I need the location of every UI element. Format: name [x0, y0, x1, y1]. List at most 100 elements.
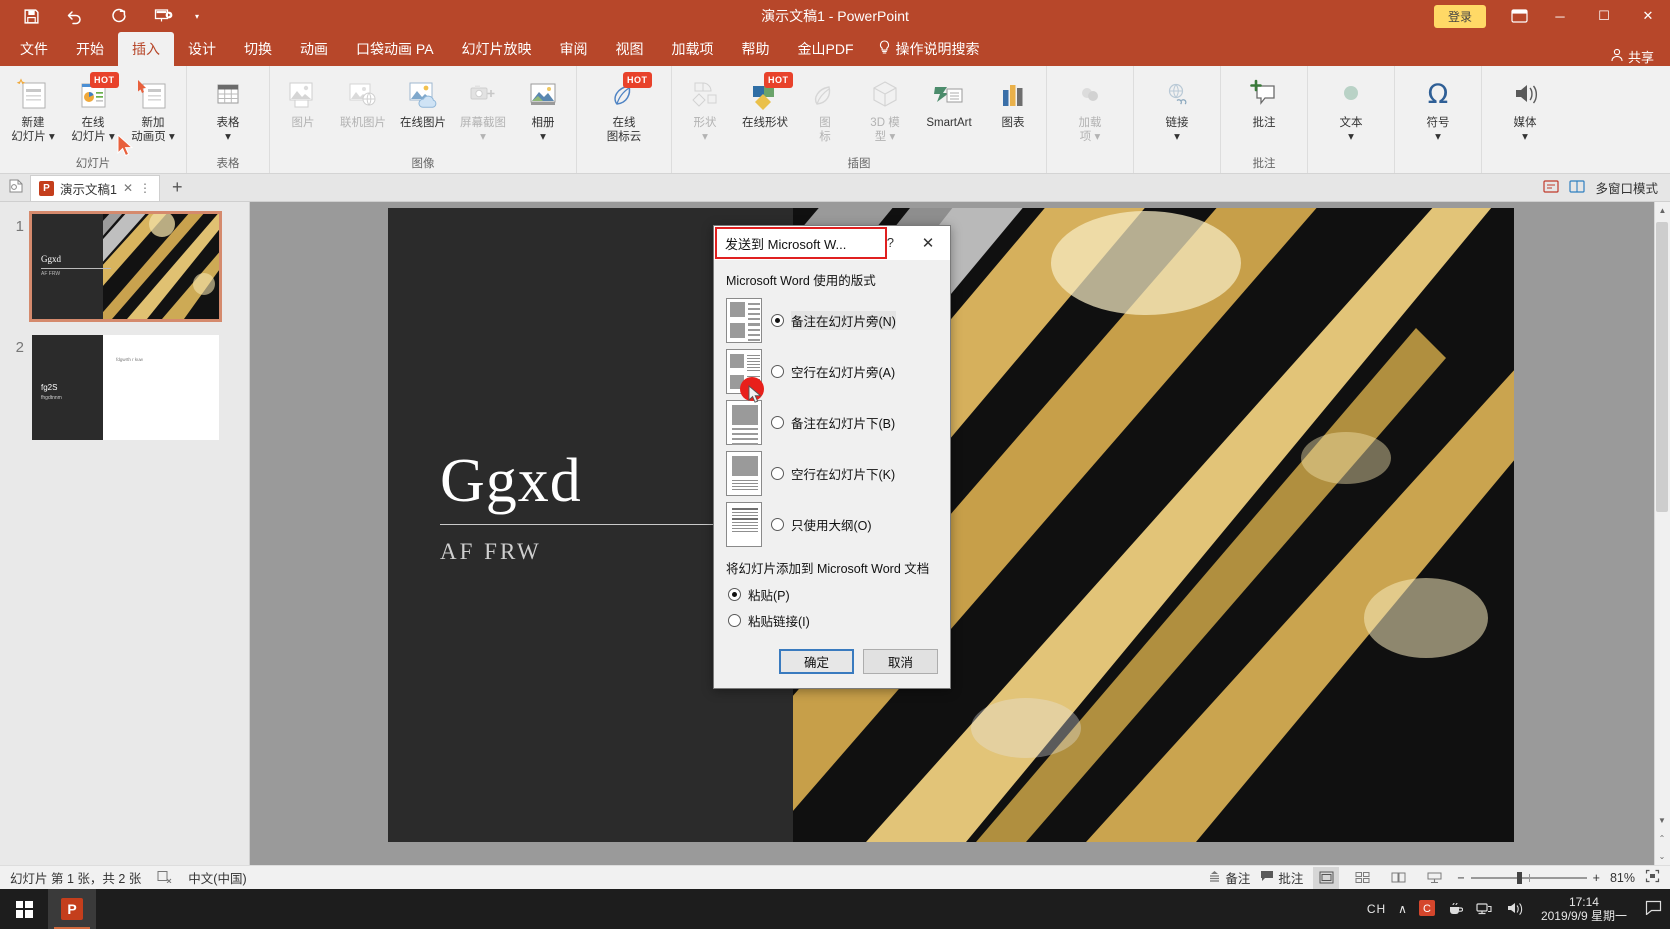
zoom-slider[interactable]: − + [1457, 871, 1600, 885]
normal-view-icon[interactable] [1313, 866, 1340, 889]
layout-option-notes-next-to-slides[interactable]: 备注在幻灯片旁(N) [726, 298, 938, 343]
radio-paste[interactable] [728, 588, 741, 601]
language-label[interactable]: 中文(中国) [188, 868, 246, 887]
picture-button[interactable]: 图片 [274, 72, 332, 130]
radio-notes-below-slides[interactable] [771, 416, 784, 429]
slide-editing-area[interactable]: Ggxd AF FRW ▲ ▼ ⌃ ⌄ [250, 202, 1670, 865]
tab-insert[interactable]: 插入 [118, 32, 174, 66]
new-document-tab-icon[interactable]: + [166, 177, 189, 198]
save-icon[interactable] [10, 2, 52, 30]
comment-button[interactable]: 批注 [1235, 72, 1293, 130]
3d-model-button[interactable]: 3D 模 型 ▾ [856, 72, 914, 144]
chart-button[interactable]: 图表 [984, 72, 1042, 130]
volume-icon[interactable] [1505, 900, 1523, 919]
addins-button[interactable]: 加载 项 ▾ [1061, 72, 1119, 144]
icons-button[interactable]: 图 标 [796, 72, 854, 144]
table-button[interactable]: 表格 ▾ [199, 72, 257, 144]
scroll-up-icon[interactable]: ▲ [1655, 202, 1670, 219]
zoom-level-label[interactable]: 81% [1610, 871, 1635, 885]
label-paste[interactable]: 粘贴(P) [748, 585, 790, 604]
layout-option-blank-lines-next-to-slides[interactable]: 空行在幻灯片旁(A) [726, 349, 938, 403]
next-slide-icon[interactable]: ⌄ [1654, 848, 1670, 865]
share-button[interactable]: 共享 [1610, 47, 1670, 66]
tab-help[interactable]: 帮助 [728, 32, 784, 66]
ime-panel-icon[interactable] [1543, 179, 1560, 197]
tab-slideshow[interactable]: 幻灯片放映 [448, 32, 546, 66]
tab-design[interactable]: 设计 [174, 32, 230, 66]
window-layout-icon[interactable] [1569, 179, 1586, 197]
thumbnail-row-2[interactable]: 2 fg2S fhgdtnnm fdgwrth r kuw [0, 335, 249, 456]
scroll-down-icon[interactable]: ▼ [1654, 812, 1670, 829]
tab-list-icon[interactable] [8, 178, 24, 197]
taskbar-clock[interactable]: 17:14 2019/9/9 星期一 [1535, 895, 1633, 923]
send-to-word-dialog[interactable]: 发送到 Microsoft W... ? ✕ Microsoft Word 使用… [713, 225, 951, 689]
cloud-picture-button[interactable]: 在线图片 [394, 72, 452, 130]
current-slide[interactable]: Ggxd AF FRW [388, 208, 1514, 842]
zoom-track[interactable] [1470, 871, 1587, 884]
new-slide-button[interactable]: 新建 幻灯片 ▾ [4, 72, 62, 144]
tab-kingsoft-pdf[interactable]: 金山PDF [784, 32, 868, 66]
zoom-out-button[interactable]: − [1457, 871, 1464, 885]
vertical-scrollbar[interactable]: ▲ ▼ ⌃ ⌄ [1654, 202, 1670, 865]
tab-animations[interactable]: 动画 [286, 32, 342, 66]
symbol-button[interactable]: Ω 符号 ▾ [1409, 72, 1467, 144]
photo-album-button[interactable]: 相册 ▾ [514, 72, 572, 144]
label-blank-lines-next-to-slides[interactable]: 空行在幻灯片旁(A) [791, 362, 895, 381]
comments-button[interactable]: 批注 [1260, 868, 1303, 887]
ok-button[interactable]: 确定 [779, 649, 854, 674]
label-outline-only[interactable]: 只使用大纲(O) [791, 515, 872, 534]
redo-icon[interactable] [98, 2, 140, 30]
slideshow-view-icon[interactable] [1421, 867, 1447, 889]
fit-to-window-icon[interactable] [1645, 869, 1660, 886]
dialog-help-icon[interactable]: ? [887, 235, 894, 250]
radio-blank-lines-below-slides[interactable] [771, 467, 784, 480]
slide-thumbnail-1[interactable]: Ggxd AF FRW [29, 211, 222, 322]
radio-notes-next-to-slides[interactable] [771, 314, 784, 327]
thumbnail-row-1[interactable]: 1 Ggxd AF FRW [0, 211, 249, 335]
slide-sorter-icon[interactable] [1349, 867, 1375, 889]
online-icon-cloud-button[interactable]: HOT 在线 图标云 [591, 72, 657, 144]
customize-quick-access-icon[interactable]: ▾ [186, 2, 208, 30]
cancel-button[interactable]: 取消 [863, 649, 938, 674]
document-tab[interactable]: P 演示文稿1 ✕ ⋮ [30, 174, 161, 201]
online-slide-button[interactable]: HOT 在线 幻灯片 ▾ [64, 72, 122, 144]
notes-button[interactable]: 备注 [1208, 868, 1250, 887]
reading-view-icon[interactable] [1385, 867, 1411, 889]
network-icon[interactable] [1475, 900, 1493, 919]
tab-addins[interactable]: 加载项 [658, 32, 728, 66]
maximize-button[interactable]: ☐ [1582, 0, 1626, 32]
screenshot-button[interactable]: 屏幕截图 ▾ [454, 72, 512, 144]
tray-expand-icon[interactable]: ∧ [1398, 902, 1407, 916]
radio-blank-lines-next-to-slides[interactable] [771, 365, 784, 378]
radio-outline-only[interactable] [771, 518, 784, 531]
zoom-slider-handle[interactable] [1516, 871, 1522, 884]
taskbar-powerpoint-icon[interactable]: P [48, 889, 96, 929]
document-tab-close-icon[interactable]: ✕ [123, 181, 133, 195]
spellcheck-icon[interactable] [157, 870, 172, 886]
c-app-icon[interactable]: C [1418, 899, 1435, 919]
media-button[interactable]: 媒体 ▾ [1496, 72, 1554, 144]
close-button[interactable]: ✕ [1626, 0, 1670, 32]
tell-me-search[interactable]: 操作说明搜索 [868, 32, 990, 66]
tab-review[interactable]: 审阅 [546, 32, 602, 66]
online-shapes-button[interactable]: HOT 在线形状 [736, 72, 794, 130]
action-center-icon[interactable] [1645, 900, 1662, 918]
label-notes-below-slides[interactable]: 备注在幻灯片下(B) [791, 413, 895, 432]
tab-view[interactable]: 视图 [602, 32, 658, 66]
ribbon-display-options-icon[interactable] [1500, 0, 1538, 32]
slide-thumbnail-2[interactable]: fg2S fhgdtnnm fdgwrth r kuw [32, 335, 219, 440]
tab-pocket-animation[interactable]: 口袋动画 PA [342, 32, 448, 66]
paste-option-paste[interactable]: 粘贴(P) [726, 585, 938, 604]
tab-home[interactable]: 开始 [62, 32, 118, 66]
text-button[interactable]: 文本 ▾ [1322, 72, 1380, 144]
start-slideshow-icon[interactable] [142, 2, 184, 30]
slide-thumbnail-pane[interactable]: 1 Ggxd AF FRW 2 fg2S fhgdtnnm fdgwrth r … [0, 202, 250, 865]
label-paste-link[interactable]: 粘贴链接(I) [748, 611, 810, 630]
tab-transitions[interactable]: 切换 [230, 32, 286, 66]
dialog-close-icon[interactable]: ✕ [906, 226, 950, 260]
minimize-button[interactable]: ─ [1538, 0, 1582, 32]
layout-option-blank-lines-below-slides[interactable]: 空行在幻灯片下(K) [726, 451, 938, 496]
label-blank-lines-below-slides[interactable]: 空行在幻灯片下(K) [791, 464, 895, 483]
label-notes-next-to-slides[interactable]: 备注在幻灯片旁(N) [791, 311, 896, 330]
previous-slide-icon[interactable]: ⌃ [1654, 830, 1670, 847]
